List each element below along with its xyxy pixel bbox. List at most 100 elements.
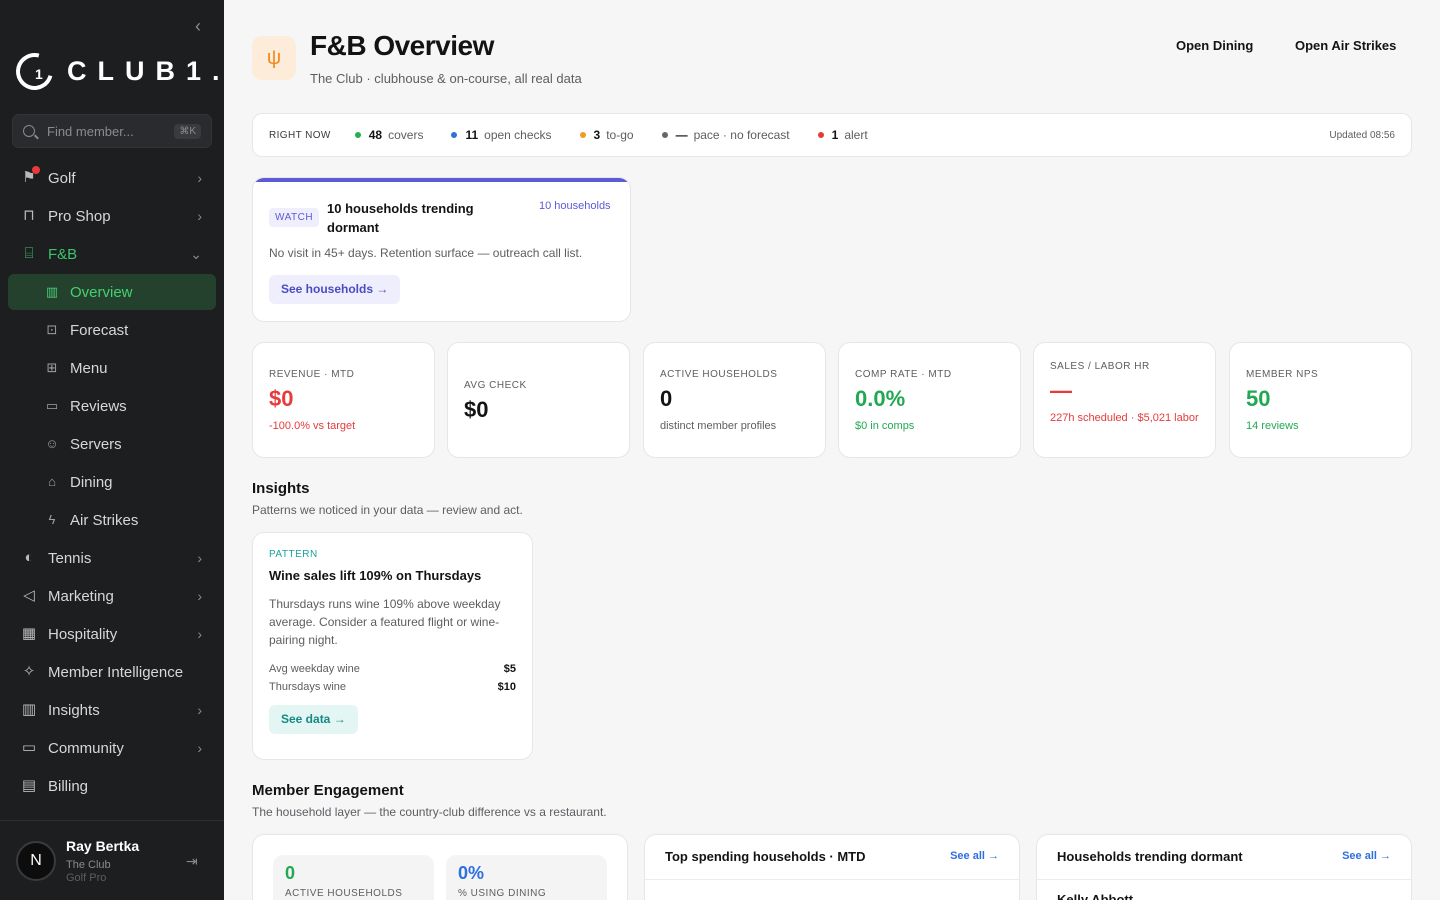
kpi-value: $0 <box>269 386 294 411</box>
bar-chart-icon: ▥ <box>21 701 37 718</box>
bar-chart-icon: ▥ <box>45 284 59 299</box>
stat-active-households: 0 ACTIVE HOUSEHOLDS <box>273 855 434 900</box>
kpi-sub: -100.0% vs target <box>269 420 356 432</box>
chevron-right-icon: › <box>197 208 202 224</box>
card-title: Households trending dormant <box>1057 849 1243 864</box>
metric-label: covers <box>388 128 424 142</box>
right-now-alert[interactable]: 1 alert <box>817 128 868 142</box>
collapse-sidebar-icon[interactable]: ‹ <box>190 16 206 36</box>
metric-label: open checks <box>484 128 552 142</box>
see-all-link[interactable]: See all → <box>950 850 999 862</box>
open-air-strikes-button[interactable]: Open Air Strikes <box>1295 38 1396 53</box>
stat-value: $10 <box>497 681 516 693</box>
sidebar-item-billing[interactable]: ▤ Billing <box>8 768 216 804</box>
sidebar-item-community[interactable]: ▭ Community › <box>8 730 216 766</box>
presentation-icon: ⊡ <box>46 322 58 337</box>
metric-label: to-go <box>606 128 634 142</box>
metric-value: 11 <box>465 128 479 142</box>
sidebar-item-label: Marketing <box>48 587 114 605</box>
stat-label: Avg weekday wine <box>269 663 360 675</box>
insight-title: Wine sales lift 109% on Thursdays <box>269 568 482 583</box>
right-now-label: RIGHT NOW <box>269 129 331 141</box>
sidebar-item-label: Forecast <box>70 321 129 339</box>
file-icon: ▤ <box>21 777 37 794</box>
status-dot <box>354 132 361 138</box>
top-spending-card: Top spending households · MTD See all → <box>644 834 1020 900</box>
sidebar-item-air-strikes[interactable]: ϟ Air Strikes <box>8 502 216 538</box>
member-search[interactable]: Find member... ⌘K <box>12 114 212 148</box>
kpi-sub: $0 in comps <box>855 420 915 432</box>
status-dot <box>579 132 586 138</box>
sidebar-item-label: Insights <box>48 701 100 719</box>
sidebar: ‹ CLUB1. 1 Find member... ⌘K ⚑ Golf › ⊓ … <box>0 0 224 900</box>
metric-value: 48 <box>368 128 383 142</box>
sidebar-item-pro-shop[interactable]: ⊓ Pro Shop › <box>8 198 216 234</box>
shortcut-hint: ⌘K <box>174 123 201 139</box>
kpi-sub: distinct member profiles <box>660 420 777 432</box>
tennis-ball-icon: ◐ <box>24 549 34 566</box>
right-now-pace: — pace · no forecast <box>661 128 790 142</box>
sidebar-item-tennis[interactable]: ◐ Tennis › <box>8 540 216 576</box>
club1-logo[interactable]: CLUB1. <box>9 45 231 97</box>
message-icon: ▭ <box>45 398 59 413</box>
sidebar-item-menu[interactable]: ⊞ Menu <box>8 350 216 386</box>
sidebar-item-member-intelligence[interactable]: ✧ Member Intelligence <box>8 654 216 690</box>
kpi-label: ACTIVE HOUSEHOLDS <box>660 369 778 380</box>
chevron-right-icon: › <box>197 588 202 604</box>
sidebar-item-label: Overview <box>70 283 133 301</box>
avatar[interactable]: N <box>16 841 56 881</box>
divider <box>645 879 1019 880</box>
chevron-right-icon: › <box>197 626 202 642</box>
sidebar-item-fnb[interactable]: ⌸ F&B ⌄ <box>8 236 216 272</box>
kpi-value: 0.0% <box>855 386 906 411</box>
sidebar-item-golf[interactable]: ⚑ Golf › <box>8 160 216 196</box>
sidebar-item-hospitality[interactable]: ▦ Hospitality › <box>8 616 216 652</box>
metric-value: 3 <box>593 128 601 142</box>
kpi-active-households[interactable]: ACTIVE HOUSEHOLDS 0 distinct member prof… <box>643 342 826 458</box>
logout-icon[interactable]: ⇥ <box>186 853 198 870</box>
card-accent-bar <box>253 178 630 182</box>
status-dot <box>451 132 458 138</box>
kpi-sub: 227h scheduled · $5,021 labor <box>1050 412 1199 424</box>
sidebar-item-servers[interactable]: ☺ Servers <box>8 426 216 462</box>
see-all-link[interactable]: See all → <box>1342 850 1391 862</box>
kpi-label: AVG CHECK <box>464 380 527 391</box>
chat-bubble-icon: ▭ <box>21 739 37 756</box>
lightning-icon: ϟ <box>48 512 56 527</box>
insight-stat-row: Avg weekday wine $5 <box>269 663 516 675</box>
sidebar-item-forecast[interactable]: ⊡ Forecast <box>8 312 216 348</box>
stat-label: % USING DINING <box>458 888 547 899</box>
chevron-right-icon: › <box>197 550 202 566</box>
stat-value: 0% <box>458 863 485 883</box>
insight-stat-row: Thursdays wine $10 <box>269 681 516 693</box>
metric-label: pace · no forecast <box>693 128 790 142</box>
kpi-member-nps[interactable]: MEMBER NPS 50 14 reviews <box>1229 342 1412 458</box>
insights-subtitle: Patterns we noticed in your data — revie… <box>252 503 523 517</box>
building-icon: ▦ <box>21 625 37 642</box>
sidebar-item-label: Billing <box>48 777 89 795</box>
sidebar-item-label: Member Intelligence <box>48 663 184 681</box>
kpi-label: REVENUE · MTD <box>269 369 355 380</box>
metric-value: — <box>675 128 688 142</box>
kpi-comp-rate[interactable]: COMP RATE · MTD 0.0% $0 in comps <box>838 342 1021 458</box>
sidebar-item-overview[interactable]: ▥ Overview <box>8 274 216 310</box>
search-input[interactable]: Find member... <box>47 124 174 139</box>
utensils-icon: ⌸ <box>24 245 34 262</box>
kpi-avg-check[interactable]: AVG CHECK $0 <box>447 342 630 458</box>
page-subtitle: The Club · clubhouse & on-course, all re… <box>310 71 582 86</box>
sidebar-item-reviews[interactable]: ▭ Reviews <box>8 388 216 424</box>
see-households-button[interactable]: See households → <box>269 275 401 304</box>
metric-label: alert <box>844 128 868 142</box>
sidebar-item-marketing[interactable]: ◁ Marketing › <box>8 578 216 614</box>
kpi-value: 0 <box>660 386 673 411</box>
sidebar-item-dining[interactable]: ⌂ Dining <box>8 464 216 500</box>
kpi-revenue[interactable]: REVENUE · MTD $0 -100.0% vs target <box>252 342 435 458</box>
open-dining-button[interactable]: Open Dining <box>1176 38 1253 53</box>
see-data-button[interactable]: See data → <box>269 705 358 734</box>
insight-card: PATTERN Wine sales lift 109% on Thursday… <box>252 532 533 760</box>
household-row[interactable]: Kelly Abbott <box>1057 892 1133 900</box>
sidebar-item-insights[interactable]: ▥ Insights › <box>8 692 216 728</box>
divider <box>1037 879 1411 880</box>
user-profile[interactable]: N Ray Bertka The Club Golf Pro ⇥ <box>0 820 224 900</box>
kpi-sales-per-labor-hour[interactable]: SALES / LABOR HR — 227h scheduled · $5,0… <box>1033 342 1216 458</box>
